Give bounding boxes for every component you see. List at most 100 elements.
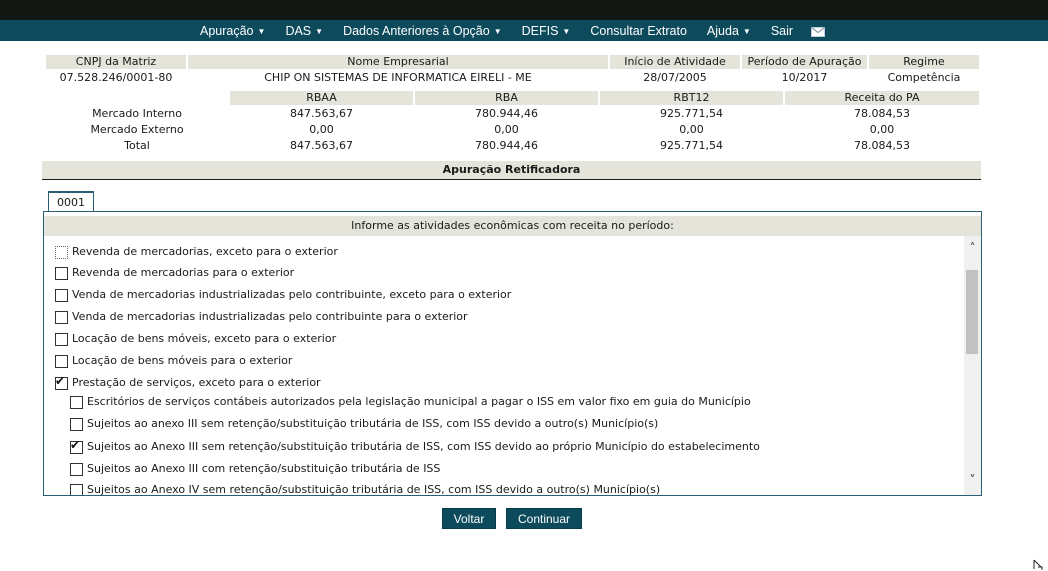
checkbox[interactable] <box>70 483 83 495</box>
cell-value: 78.084,53 <box>854 139 910 152</box>
activity-label: Venda de mercadorias industrializadas pe… <box>72 288 512 301</box>
activity-label: Sujeitos ao Anexo IV sem retenção/substi… <box>87 483 661 495</box>
activity-item[interactable]: Revenda de mercadorias, exceto para o ex… <box>55 244 338 260</box>
back-button[interactable]: Voltar <box>442 508 496 529</box>
scroll-thumb[interactable] <box>966 270 978 354</box>
nav-item-label: Sair <box>770 23 794 38</box>
caret-down-icon: ▼ <box>742 26 751 36</box>
activity-label: Venda de mercadorias industrializadas pe… <box>72 310 468 323</box>
header-rbaa: RBAA <box>230 91 413 105</box>
checkbox-checked[interactable]: ✔ <box>70 437 83 454</box>
nav-item-sair[interactable]: Sair <box>761 24 803 38</box>
checkbox[interactable] <box>55 245 68 259</box>
activity-label: Sujeitos ao Anexo III sem retenção/subst… <box>87 440 760 453</box>
activity-item[interactable]: ✔ Prestação de serviços, exceto para o ex… <box>55 373 321 391</box>
checkbox[interactable] <box>55 266 68 280</box>
value-inicio: 28/07/2005 <box>643 71 707 84</box>
nav-item-label: Apuração <box>200 23 254 38</box>
nav-item-ajuda[interactable]: Ajuda ▼ <box>697 24 761 38</box>
section-title: Apuração Retificadora <box>42 161 981 180</box>
row-label: Mercado Externo <box>90 123 184 136</box>
header-rbt12: RBT12 <box>600 91 783 105</box>
row-label: Mercado Interno <box>92 107 182 120</box>
caret-down-icon: ▼ <box>315 26 324 36</box>
revenue-corner <box>46 91 228 105</box>
revenue-row: Mercado Interno 847.563,67 780.944,46 92… <box>46 107 979 121</box>
revenue-row: Total 847.563,67 780.944,46 925.771,54 7… <box>46 139 979 153</box>
company-info-table: CNPJ da Matriz Nome Empresarial Início d… <box>44 53 981 87</box>
cell-value: 0,00 <box>869 123 895 136</box>
cell-value: 925.771,54 <box>660 139 723 152</box>
activities-panel: Informe as atividades econômicas com rec… <box>43 211 982 496</box>
cell-value: 925.771,54 <box>660 107 723 120</box>
value-regime: Competência <box>887 71 961 84</box>
scroll-down-icon[interactable]: ˅ <box>964 472 981 489</box>
caret-down-icon: ▼ <box>493 26 502 36</box>
activity-label: Sujeitos ao anexo III sem retenção/subst… <box>87 417 659 430</box>
activity-item[interactable]: ✔ Sujeitos ao Anexo III sem retenção/subs… <box>70 437 760 455</box>
activity-label: Locação de bens móveis para o exterior <box>72 354 293 367</box>
scroll-up-icon[interactable]: ˄ <box>964 240 981 257</box>
nav-item-apura-o[interactable]: Apuração ▼ <box>190 24 275 38</box>
mouse-cursor-icon <box>1033 559 1043 570</box>
cell-value: 78.084,53 <box>854 107 910 120</box>
revenue-table: RBAA RBA RBT12 Receita do PA Mercado Int… <box>44 89 981 155</box>
tab-0001[interactable]: 0001 <box>48 191 94 211</box>
value-nome: CHIP ON SISTEMAS DE INFORMATICA EIRELI -… <box>264 71 532 84</box>
cell-value: 0,00 <box>679 123 704 136</box>
checkbox[interactable] <box>70 417 83 431</box>
header-regime: Regime <box>869 55 979 69</box>
activity-label: Prestação de serviços, exceto para o ext… <box>72 376 321 389</box>
checkbox[interactable] <box>70 462 83 476</box>
header-cnpj: CNPJ da Matriz <box>46 55 186 69</box>
activity-item[interactable]: Revenda de mercadorias para o exterior <box>55 265 294 281</box>
cell-value: 780.944,46 <box>475 107 538 120</box>
top-strip <box>0 0 1048 20</box>
nav-item-label: Dados Anteriores à Opção <box>343 23 490 38</box>
nav-item-dados-anteriores-op-o[interactable]: Dados Anteriores à Opção ▼ <box>333 24 512 38</box>
nav-menu: Apuração ▼ DAS ▼ Dados Anteriores à Opção ▼ DE… <box>190 20 826 41</box>
cell-value: 0,00 <box>309 123 334 136</box>
panel-header: Informe as atividades econômicas com rec… <box>44 216 981 236</box>
activity-item[interactable]: Sujeitos ao Anexo III com retenção/subst… <box>70 461 440 477</box>
activity-label: Sujeitos ao Anexo III com retenção/subst… <box>87 462 441 475</box>
checkbox[interactable] <box>55 354 68 368</box>
caret-down-icon: ▼ <box>257 26 266 36</box>
activity-item[interactable]: Sujeitos ao anexo III sem retenção/subst… <box>70 416 658 432</box>
cell-value: 847.563,67 <box>290 139 353 152</box>
main-navbar: Apuração ▼ DAS ▼ Dados Anteriores à Opção ▼ DE… <box>0 20 1048 41</box>
continue-button[interactable]: Continuar <box>506 508 582 529</box>
cell-value: 0,00 <box>494 123 519 136</box>
activity-item[interactable]: Venda de mercadorias industrializadas pe… <box>55 309 468 325</box>
cell-value: 780.944,46 <box>475 139 538 152</box>
nav-item-label: Consultar Extrato <box>590 23 687 38</box>
nav-item-label: DEFIS <box>521 23 559 38</box>
checkmark-icon: ✔ <box>70 437 81 452</box>
vertical-scrollbar[interactable]: ˄ ˅ <box>964 236 981 495</box>
nav-item-das[interactable]: DAS ▼ <box>275 24 333 38</box>
activities-list: Revenda de mercadorias, exceto para o ex… <box>44 236 965 495</box>
activity-item[interactable]: Escritórios de serviços contábeis autori… <box>70 394 751 410</box>
checkbox[interactable] <box>55 288 68 302</box>
cell-value: 847.563,67 <box>290 107 353 120</box>
checkmark-icon: ✔ <box>55 373 66 388</box>
checkbox-checked[interactable]: ✔ <box>55 373 68 390</box>
nav-item-consultar-extrato[interactable]: Consultar Extrato <box>580 24 697 38</box>
activity-item[interactable]: Locação de bens móveis para o exterior <box>55 353 292 369</box>
value-periodo: 10/2017 <box>781 71 828 84</box>
value-cnpj: 07.528.246/0001-80 <box>59 71 173 84</box>
envelope-icon[interactable] <box>811 26 826 37</box>
header-nome: Nome Empresarial <box>188 55 608 69</box>
header-receita-pa: Receita do PA <box>785 91 979 105</box>
activity-item[interactable]: Locação de bens móveis, exceto para o ex… <box>55 331 336 347</box>
activity-label: Revenda de mercadorias, exceto para o ex… <box>72 245 338 258</box>
checkbox[interactable] <box>55 310 68 324</box>
activity-label: Escritórios de serviços contábeis autori… <box>87 395 751 408</box>
activity-item[interactable]: Venda de mercadorias industrializadas pe… <box>55 287 511 303</box>
activity-item[interactable]: Sujeitos ao Anexo IV sem retenção/substi… <box>70 482 660 495</box>
checkbox[interactable] <box>55 332 68 346</box>
activity-label: Locação de bens móveis, exceto para o ex… <box>72 332 337 345</box>
nav-item-defis[interactable]: DEFIS ▼ <box>512 24 581 38</box>
header-inicio: Início de Atividade <box>610 55 740 69</box>
checkbox[interactable] <box>70 395 83 409</box>
